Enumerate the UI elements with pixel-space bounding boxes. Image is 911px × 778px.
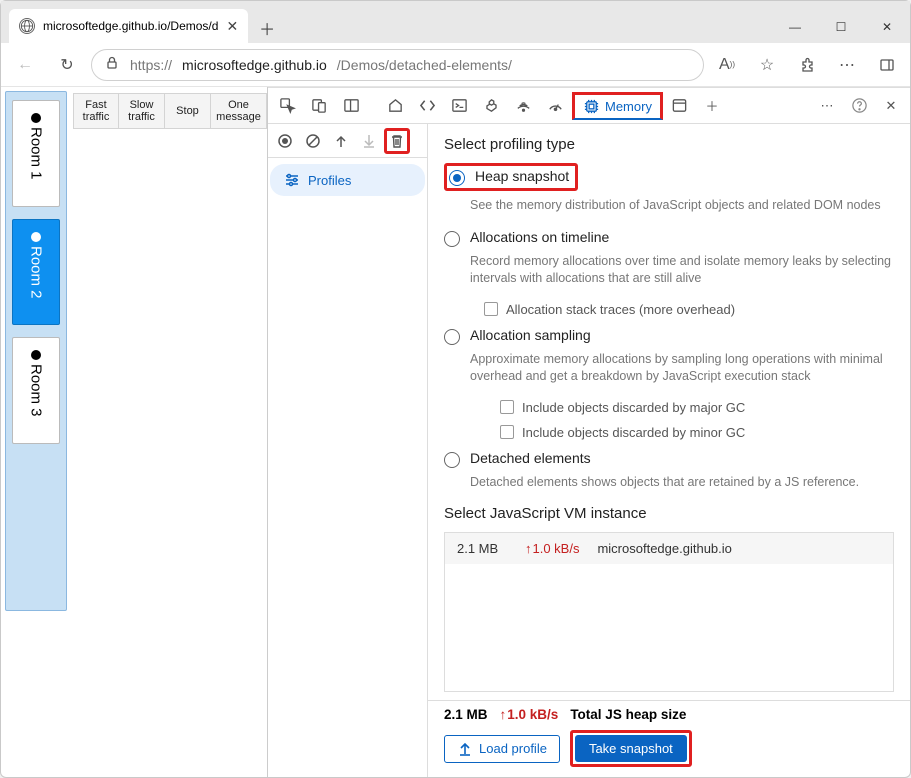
refresh-button[interactable]: ↻ <box>49 47 85 83</box>
allocation-sampling-option[interactable]: Allocation sampling <box>444 327 894 345</box>
devtools-help-icon[interactable] <box>844 92 874 120</box>
record-button[interactable] <box>272 128 298 154</box>
heap-snapshot-option[interactable]: Heap snapshot <box>444 163 578 191</box>
vm-instance-title: Select JavaScript VM instance <box>444 505 894 522</box>
url-path: /Demos/detached-elements/ <box>337 57 512 73</box>
profiles-nav-item[interactable]: Profiles <box>270 164 425 196</box>
memory-tab[interactable]: Memory <box>572 92 663 120</box>
address-bar-row: ← ↻ https:// microsoftedge.github.io/Demo… <box>1 43 910 87</box>
elements-tab-icon[interactable] <box>412 92 442 120</box>
new-tab-button[interactable]: ＋ <box>252 13 282 43</box>
memory-main-panel: Select profiling type Heap snapshot See … <box>428 124 910 700</box>
window-close-button[interactable]: ✕ <box>864 11 910 43</box>
sidebar-icon[interactable] <box>870 48 904 82</box>
url-host: microsoftedge.github.io <box>182 57 327 73</box>
browser-tab[interactable]: microsoftedge.github.io/Demos/d ✕ <box>9 9 248 43</box>
window-minimize-button[interactable]: — <box>772 11 818 43</box>
radio-detached-elements[interactable] <box>444 452 460 468</box>
detached-elements-option[interactable]: Detached elements <box>444 450 894 468</box>
devtools-close-icon[interactable]: ✕ <box>876 92 906 120</box>
allocations-timeline-option[interactable]: Allocations on timeline <box>444 229 894 247</box>
save-profile-button[interactable] <box>356 128 382 154</box>
lock-icon <box>104 55 120 74</box>
performance-tab-icon[interactable] <box>540 92 570 120</box>
memory-icon <box>583 98 600 115</box>
profiling-type-title: Select profiling type <box>444 136 894 153</box>
memory-footer: 2.1 MB 1.0 kB/s Total JS heap size Load … <box>428 700 910 777</box>
url-box[interactable]: https:// microsoftedge.github.io/Demos/de… <box>91 49 704 81</box>
console-tab-icon[interactable] <box>444 92 474 120</box>
total-heap-rate: 1.0 kB/s <box>500 707 559 722</box>
collect-garbage-button[interactable] <box>328 128 354 154</box>
clear-button[interactable] <box>300 128 326 154</box>
fast-traffic-button[interactable]: Fast traffic <box>73 93 119 129</box>
room-3-button[interactable]: Room 3 <box>12 337 60 444</box>
profiles-toolbar <box>268 124 427 158</box>
include-minor-gc-checkbox[interactable]: Include objects discarded by minor GC <box>500 425 894 440</box>
slow-traffic-button[interactable]: Slow traffic <box>119 93 165 129</box>
rooms-sidebar: Room 1 Room 2 Room 3 <box>5 91 67 611</box>
radio-allocations-timeline[interactable] <box>444 231 460 247</box>
room-2-button[interactable]: Room 2 <box>12 219 60 326</box>
vm-instance-row[interactable]: 2.1 MB 1.0 kB/s microsoftedge.github.io <box>445 533 893 564</box>
one-message-button[interactable]: One message <box>211 93 267 129</box>
read-aloud-icon[interactable]: A)) <box>710 48 744 82</box>
devtools-panel: Memory ＋ ⋯ ✕ <box>268 87 910 777</box>
tab-close-icon[interactable]: ✕ <box>226 18 238 35</box>
window-titlebar: microsoftedge.github.io/Demos/d ✕ ＋ — ☐ … <box>1 1 910 43</box>
traffic-buttons: Fast traffic Slow traffic Stop One messa… <box>71 87 267 133</box>
tab-title: microsoftedge.github.io/Demos/d <box>43 19 218 33</box>
profiles-panel: Profiles <box>268 124 428 777</box>
sources-tab-icon[interactable] <box>476 92 506 120</box>
allocation-stack-traces-checkbox[interactable]: Allocation stack traces (more overhead) <box>484 302 894 317</box>
application-tab-icon[interactable] <box>665 92 695 120</box>
devtools-more-icon[interactable]: ⋯ <box>812 92 842 120</box>
include-major-gc-checkbox[interactable]: Include objects discarded by major GC <box>500 400 894 415</box>
welcome-tab-icon[interactable] <box>380 92 410 120</box>
settings-more-icon[interactable]: ⋯ <box>830 48 864 82</box>
upload-icon <box>457 741 473 757</box>
page-content: Room 1 Room 2 Room 3 Fast traffic Slow t… <box>1 87 268 777</box>
total-heap-mb: 2.1 MB <box>444 707 488 722</box>
device-emulation-icon[interactable] <box>304 92 334 120</box>
network-tab-icon[interactable] <box>508 92 538 120</box>
url-prefix: https:// <box>130 57 172 73</box>
back-button[interactable]: ← <box>7 47 43 83</box>
more-tabs-button[interactable]: ＋ <box>697 92 727 120</box>
dock-side-icon[interactable] <box>336 92 366 120</box>
total-heap-label: Total JS heap size <box>570 707 686 722</box>
load-profile-button[interactable]: Load profile <box>444 735 560 763</box>
delete-profile-button[interactable] <box>384 128 410 154</box>
extensions-icon[interactable] <box>790 48 824 82</box>
sliders-icon <box>284 172 300 188</box>
radio-heap-snapshot[interactable] <box>449 170 465 186</box>
favorite-icon[interactable]: ☆ <box>750 48 784 82</box>
stop-button[interactable]: Stop <box>165 93 211 129</box>
take-snapshot-button[interactable]: Take snapshot <box>575 735 687 762</box>
window-maximize-button[interactable]: ☐ <box>818 11 864 43</box>
vm-instance-list: 2.1 MB 1.0 kB/s microsoftedge.github.io <box>444 532 894 692</box>
globe-icon <box>19 18 35 34</box>
inspect-icon[interactable] <box>272 92 302 120</box>
devtools-tabs: Memory ＋ ⋯ ✕ <box>268 88 910 124</box>
radio-allocation-sampling[interactable] <box>444 329 460 345</box>
room-1-button[interactable]: Room 1 <box>12 100 60 207</box>
